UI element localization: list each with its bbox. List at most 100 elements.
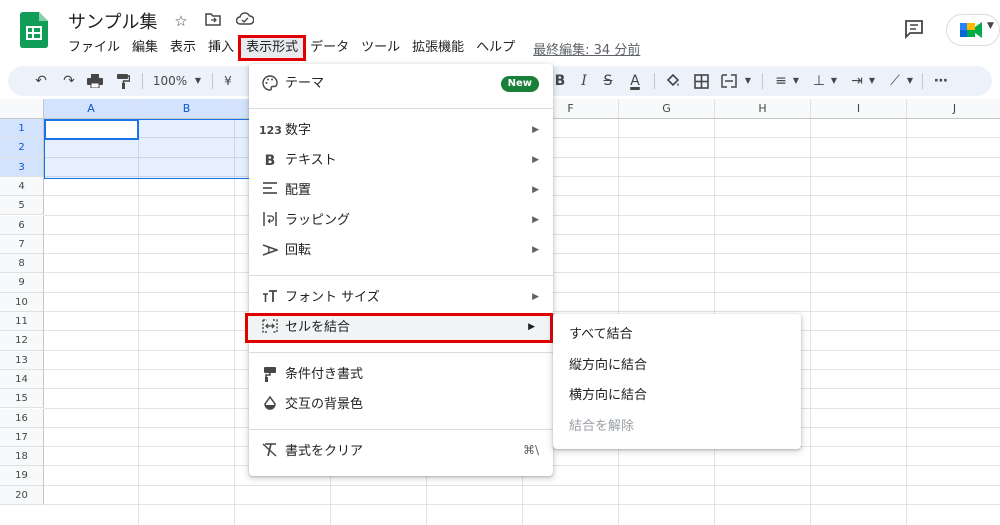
- row-header-13[interactable]: 13: [0, 350, 44, 370]
- menu-item-alternating-colors[interactable]: 交互の背景色: [249, 390, 553, 420]
- menu-insert[interactable]: 挿入: [202, 37, 240, 59]
- row-header-19[interactable]: 19: [0, 466, 44, 486]
- menu-file[interactable]: ファイル: [62, 37, 126, 59]
- align-chevron-down-icon[interactable]: ▼: [790, 66, 802, 96]
- row-header-15[interactable]: 15: [0, 389, 44, 409]
- grid-row-line: [44, 484, 1000, 486]
- text-color-button[interactable]: A: [624, 66, 646, 96]
- row-header-1[interactable]: 1: [0, 119, 44, 139]
- document-title[interactable]: サンプル集: [68, 8, 157, 34]
- zoom-chevron-down-icon[interactable]: ▼: [192, 66, 204, 96]
- strikethrough-button[interactable]: S: [598, 66, 618, 96]
- menu-item-number[interactable]: 123 数字 ▶: [249, 116, 553, 146]
- keyboard-shortcut: ⌘\: [522, 443, 539, 457]
- row-header-14[interactable]: 14: [0, 369, 44, 390]
- merge-cells-icon: [261, 319, 279, 337]
- font-size-icon: [261, 289, 279, 307]
- merge-horizontally-item[interactable]: 横方向に結合: [569, 386, 647, 406]
- zoom-select[interactable]: 100%: [152, 66, 188, 96]
- move-to-folder-icon[interactable]: [202, 10, 224, 32]
- column-header-g[interactable]: G: [619, 99, 715, 119]
- menu-help[interactable]: ヘルプ: [470, 37, 521, 59]
- column-header-b[interactable]: B: [139, 99, 235, 119]
- menu-extensions[interactable]: 拡張機能: [406, 37, 470, 59]
- menu-item-wrapping[interactable]: ラッピング ▶: [249, 206, 553, 236]
- comment-history-icon[interactable]: [903, 18, 925, 40]
- fill-color-icon[interactable]: [662, 66, 684, 96]
- active-cell[interactable]: [44, 119, 139, 140]
- submenu-arrow-icon: ▶: [528, 322, 535, 332]
- text-rotation-icon[interactable]: ⟋: [884, 66, 906, 96]
- merge-cells-toolbar-icon[interactable]: [718, 66, 740, 96]
- menu-bar: ファイル 編集 表示 挿入 表示形式 データ ツール 拡張機能 ヘルプ 最終編集…: [62, 35, 640, 61]
- menu-divider: [249, 352, 553, 353]
- row-header-7[interactable]: 7: [0, 234, 44, 255]
- redo-icon[interactable]: ↷: [58, 66, 80, 96]
- menu-item-label: 書式をクリア: [285, 444, 364, 459]
- menu-item-theme[interactable]: テーマ New: [249, 69, 553, 99]
- vertical-align-icon[interactable]: ⊥: [808, 66, 830, 96]
- horizontal-align-icon[interactable]: ≡: [770, 66, 792, 96]
- column-header-a[interactable]: A: [44, 99, 139, 119]
- last-edit-link[interactable]: 最終編集: 34 分前: [533, 39, 640, 58]
- merge-chevron-down-icon[interactable]: ▼: [742, 66, 754, 96]
- menu-item-rotation[interactable]: 回転 ▶: [249, 236, 553, 266]
- number-format-icon: 123: [259, 124, 282, 137]
- row-header-16[interactable]: 16: [0, 408, 44, 428]
- menu-item-merge-cells[interactable]: セルを結合 ▶: [245, 313, 553, 343]
- row-header-2[interactable]: 2: [0, 138, 44, 158]
- column-header-i[interactable]: I: [811, 99, 907, 119]
- toolbar-divider: [762, 73, 763, 89]
- menu-tools[interactable]: ツール: [355, 37, 406, 59]
- palette-icon: [261, 75, 279, 93]
- menu-view[interactable]: 表示: [164, 37, 202, 59]
- cloud-saved-icon[interactable]: [234, 10, 256, 32]
- menu-item-font-size[interactable]: フォント サイズ ▶: [249, 283, 553, 313]
- grid-column-line: [234, 119, 235, 525]
- row-header-11[interactable]: 11: [0, 312, 44, 332]
- menu-format[interactable]: 表示形式: [238, 35, 307, 61]
- google-sheets-logo-icon[interactable]: [20, 12, 48, 48]
- text-wrapping-icon[interactable]: ⇥: [846, 66, 868, 96]
- undo-icon[interactable]: ↶: [30, 66, 52, 96]
- row-header-9[interactable]: 9: [0, 273, 44, 293]
- print-icon[interactable]: [84, 66, 106, 96]
- row-header-5[interactable]: 5: [0, 196, 44, 216]
- rotate-chevron-down-icon[interactable]: ▼: [904, 66, 916, 96]
- submenu-arrow-icon: ▶: [532, 292, 539, 302]
- row-header-8[interactable]: 8: [0, 254, 44, 274]
- row-header-10[interactable]: 10: [0, 292, 44, 312]
- bold-button[interactable]: B: [550, 66, 570, 96]
- menu-data[interactable]: データ: [304, 37, 355, 59]
- menu-edit[interactable]: 編集: [126, 37, 164, 59]
- merge-all-item[interactable]: すべて結合: [569, 325, 633, 345]
- merge-vertically-item[interactable]: 縦方向に結合: [569, 356, 647, 376]
- row-header-6[interactable]: 6: [0, 215, 44, 235]
- menu-item-conditional-format[interactable]: 条件付き書式: [249, 360, 553, 390]
- select-all-corner[interactable]: [0, 99, 44, 119]
- borders-icon[interactable]: [690, 66, 712, 96]
- menu-item-text[interactable]: B テキスト ▶: [249, 146, 553, 176]
- row-header-12[interactable]: 12: [0, 331, 44, 351]
- alternating-colors-icon: [261, 395, 279, 414]
- row-header-4[interactable]: 4: [0, 176, 44, 197]
- menu-item-label: フォント サイズ: [285, 290, 380, 305]
- valign-chevron-down-icon[interactable]: ▼: [828, 66, 840, 96]
- wrap-chevron-down-icon[interactable]: ▼: [866, 66, 878, 96]
- toolbar-divider: [212, 73, 213, 89]
- column-header-j[interactable]: J: [907, 99, 1000, 119]
- currency-format-button[interactable]: ¥: [220, 66, 236, 96]
- more-options-icon[interactable]: ⋯: [930, 66, 952, 96]
- paint-format-icon[interactable]: [112, 66, 134, 96]
- meet-button[interactable]: ▼: [946, 14, 1000, 46]
- menu-item-clear-formatting[interactable]: 書式をクリア ⌘\: [249, 437, 553, 467]
- row-header-18[interactable]: 18: [0, 447, 44, 467]
- row-header-3[interactable]: 3: [0, 157, 44, 177]
- row-header-20[interactable]: 20: [0, 485, 44, 505]
- align-icon: [261, 182, 279, 200]
- row-header-17[interactable]: 17: [0, 427, 44, 448]
- menu-item-alignment[interactable]: 配置 ▶: [249, 176, 553, 206]
- star-icon[interactable]: ☆: [170, 10, 192, 32]
- italic-button[interactable]: I: [574, 66, 594, 96]
- column-header-h[interactable]: H: [715, 99, 811, 119]
